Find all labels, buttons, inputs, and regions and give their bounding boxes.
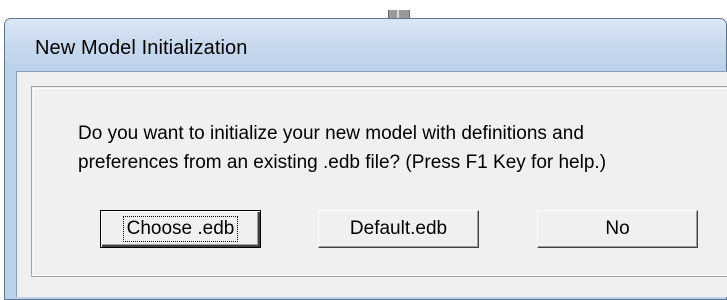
dialog-message: Do you want to initialize your new model… [78,123,607,173]
no-button-label: No [605,218,630,239]
dialog-titlebar[interactable]: New Model Initialization [5,19,726,71]
default-edb-button-label: Default.edb [349,218,448,239]
choose-edb-button[interactable]: Choose .edb [100,210,261,248]
dialog-title: New Model Initialization [35,37,248,59]
new-model-initialization-dialog: New Model Initialization Do you want to … [4,18,727,300]
default-edb-button[interactable]: Default.edb [318,210,479,248]
dialog-client-area: Do you want to initialize your new model… [16,71,727,297]
no-button[interactable]: No [537,210,698,248]
choose-edb-button-label: Choose .edb [122,216,239,242]
message-groupbox: Do you want to initialize your new model… [31,86,727,276]
